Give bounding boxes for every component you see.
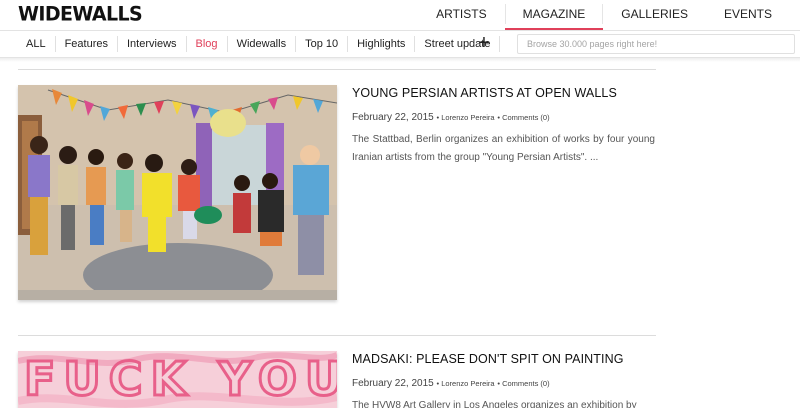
category-tabs: ALL Features Interviews Blog Widewalls T…	[18, 31, 501, 57]
persian-artists-painting	[18, 85, 337, 300]
article-author[interactable]: Lorenzo Pereira	[441, 379, 494, 388]
article-meta: February 22, 2015 • Lorenzo Pereira • Co…	[352, 112, 550, 123]
article-thumbnail-madsaki[interactable]: FUCK YOU	[18, 351, 337, 408]
main-nav: ARTISTS MAGAZINE GALLERIES EVENTS	[422, 0, 800, 30]
tab-all[interactable]: ALL	[18, 36, 56, 52]
madsaki-painting: FUCK YOU	[18, 351, 337, 408]
tab-interviews[interactable]: Interviews	[118, 36, 187, 52]
tab-features[interactable]: Features	[56, 36, 118, 52]
tab-top-10[interactable]: Top 10	[296, 36, 349, 52]
article-divider	[18, 69, 656, 70]
article-thumbnail-persian-artists[interactable]	[18, 85, 337, 300]
magazine-sub-nav: ALL Features Interviews Blog Widewalls T…	[0, 30, 800, 58]
site-header: WIDEWALLS ARTISTS MAGAZINE GALLERIES EVE…	[0, 0, 800, 30]
main-nav-artists[interactable]: ARTISTS	[422, 0, 504, 30]
article-excerpt: The Stattbad, Berlin organizes an exhibi…	[352, 134, 655, 163]
article-date: February 22, 2015	[352, 378, 434, 389]
main-nav-magazine[interactable]: MAGAZINE	[504, 0, 604, 30]
article-author[interactable]: Lorenzo Pereira	[441, 113, 494, 122]
article-comments-link[interactable]: Comments (0)	[502, 113, 550, 122]
site-search-input[interactable]	[517, 34, 795, 54]
main-nav-galleries[interactable]: GALLERIES	[603, 0, 706, 30]
tab-highlights[interactable]: Highlights	[348, 36, 416, 52]
more-categories-plus-icon[interactable]: +	[476, 33, 492, 53]
article-date: February 22, 2015	[352, 112, 434, 123]
article-title[interactable]: MADSAKI: PLEASE DON'T SPIT ON PAINTING	[352, 352, 624, 366]
article-comments-link[interactable]: Comments (0)	[502, 379, 550, 388]
site-logo[interactable]: WIDEWALLS	[18, 2, 143, 25]
tab-blog[interactable]: Blog	[187, 36, 228, 52]
main-nav-events[interactable]: EVENTS	[706, 0, 800, 30]
tab-widewalls[interactable]: Widewalls	[228, 36, 297, 52]
header-shadow	[0, 58, 800, 62]
madsaki-painting-lettering: FUCK YOU	[24, 352, 337, 406]
article-title[interactable]: YOUNG PERSIAN ARTISTS AT OPEN WALLS	[352, 86, 617, 100]
article-divider	[18, 335, 656, 336]
article-excerpt: The HVW8 Art Gallery in Los Angeles orga…	[352, 400, 637, 408]
article-meta: February 22, 2015 • Lorenzo Pereira • Co…	[352, 378, 550, 389]
